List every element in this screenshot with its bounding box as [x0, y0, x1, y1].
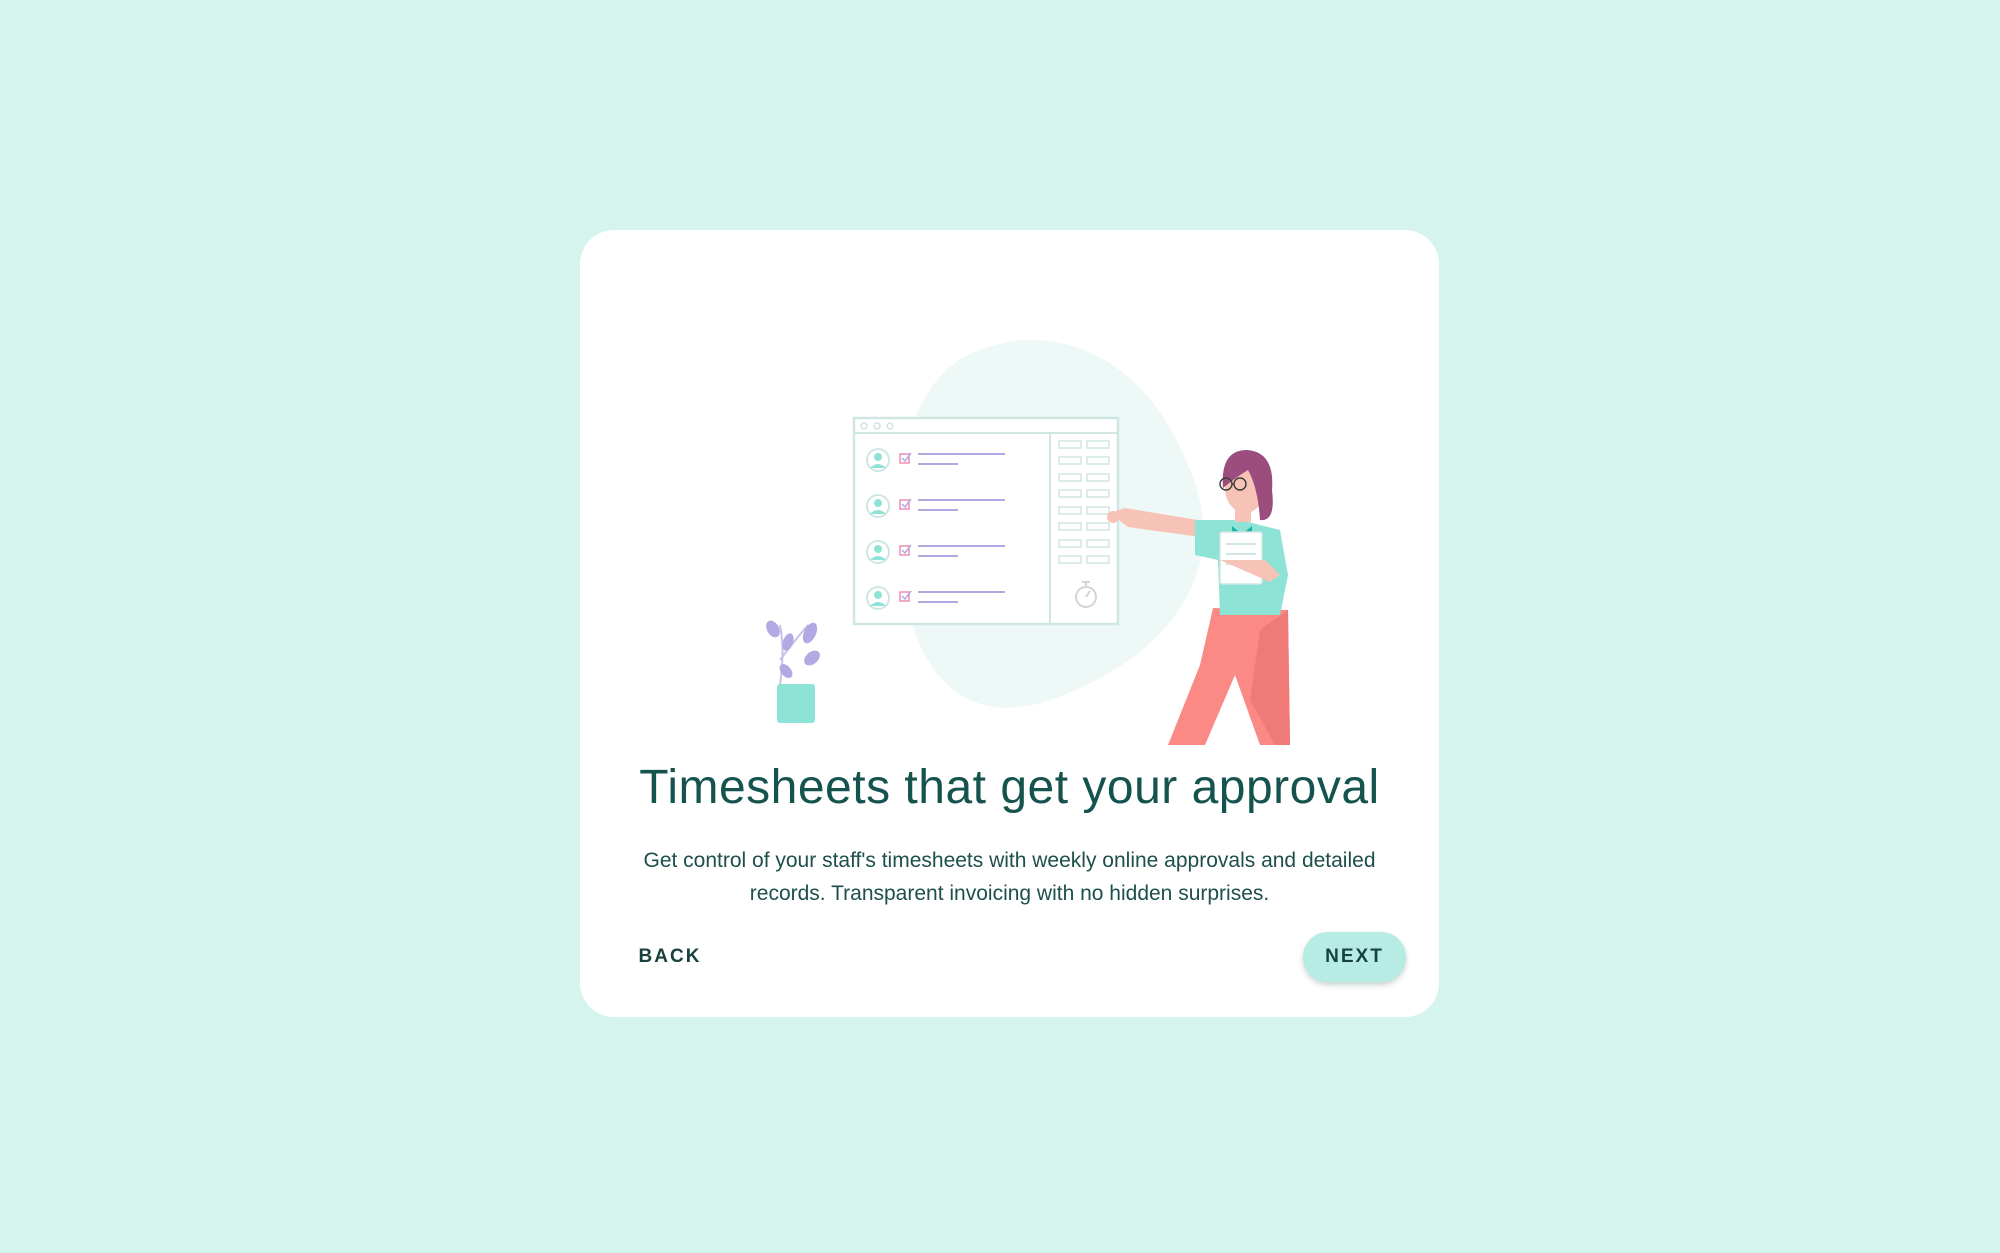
- onboarding-page: Timesheets that get your approval Get co…: [0, 0, 2000, 1253]
- description-line-1: Get control of your staff's timesheets w…: [643, 849, 1376, 872]
- plant-icon: [766, 620, 820, 723]
- back-button[interactable]: BACK: [624, 930, 716, 984]
- onboarding-title: Timesheets that get your approval: [639, 761, 1380, 814]
- timesheet-illustration: [766, 339, 1290, 745]
- next-button[interactable]: NEXT: [1303, 932, 1406, 982]
- onboarding-card: Timesheets that get your approval Get co…: [580, 230, 1439, 1017]
- description-line-2: records. Transparent invoicing with no h…: [749, 882, 1270, 905]
- onboarding-description: Get control of your staff's timesheets w…: [580, 844, 1439, 910]
- timesheet-window-icon: [852, 416, 1120, 626]
